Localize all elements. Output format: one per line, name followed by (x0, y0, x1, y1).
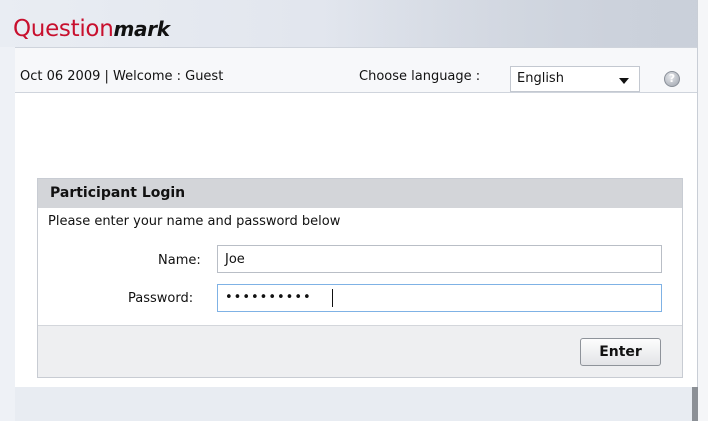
name-label: Name: (158, 253, 201, 268)
password-label: Password: (128, 291, 194, 306)
text-caret (332, 289, 333, 307)
language-select[interactable]: English (510, 66, 640, 92)
login-instructions: Please enter your name and password belo… (48, 214, 341, 229)
password-input-value: •••••••••• (225, 290, 312, 305)
dropdown-arrow-icon (619, 78, 629, 84)
enter-button[interactable]: Enter (580, 338, 661, 366)
help-icon[interactable]: ? (664, 71, 680, 87)
scrollbar-edge (692, 387, 698, 421)
logo-prefix: Question (13, 16, 114, 42)
login-panel-title: Participant Login (50, 185, 186, 201)
logo-suffix: mark (113, 17, 170, 41)
questionmark-logo: Questionmark (13, 16, 170, 42)
password-input[interactable]: •••••••••• (217, 284, 662, 312)
window-right-edge (697, 0, 708, 421)
language-selected-value: English (517, 71, 564, 86)
header-decoration (330, 0, 697, 47)
date-welcome-text: Oct 06 2009 | Welcome : Guest (20, 69, 224, 84)
bottom-band (15, 387, 692, 421)
name-input[interactable]: Joe (217, 245, 662, 273)
language-label: Choose language : (359, 69, 481, 84)
name-input-value: Joe (225, 252, 245, 267)
